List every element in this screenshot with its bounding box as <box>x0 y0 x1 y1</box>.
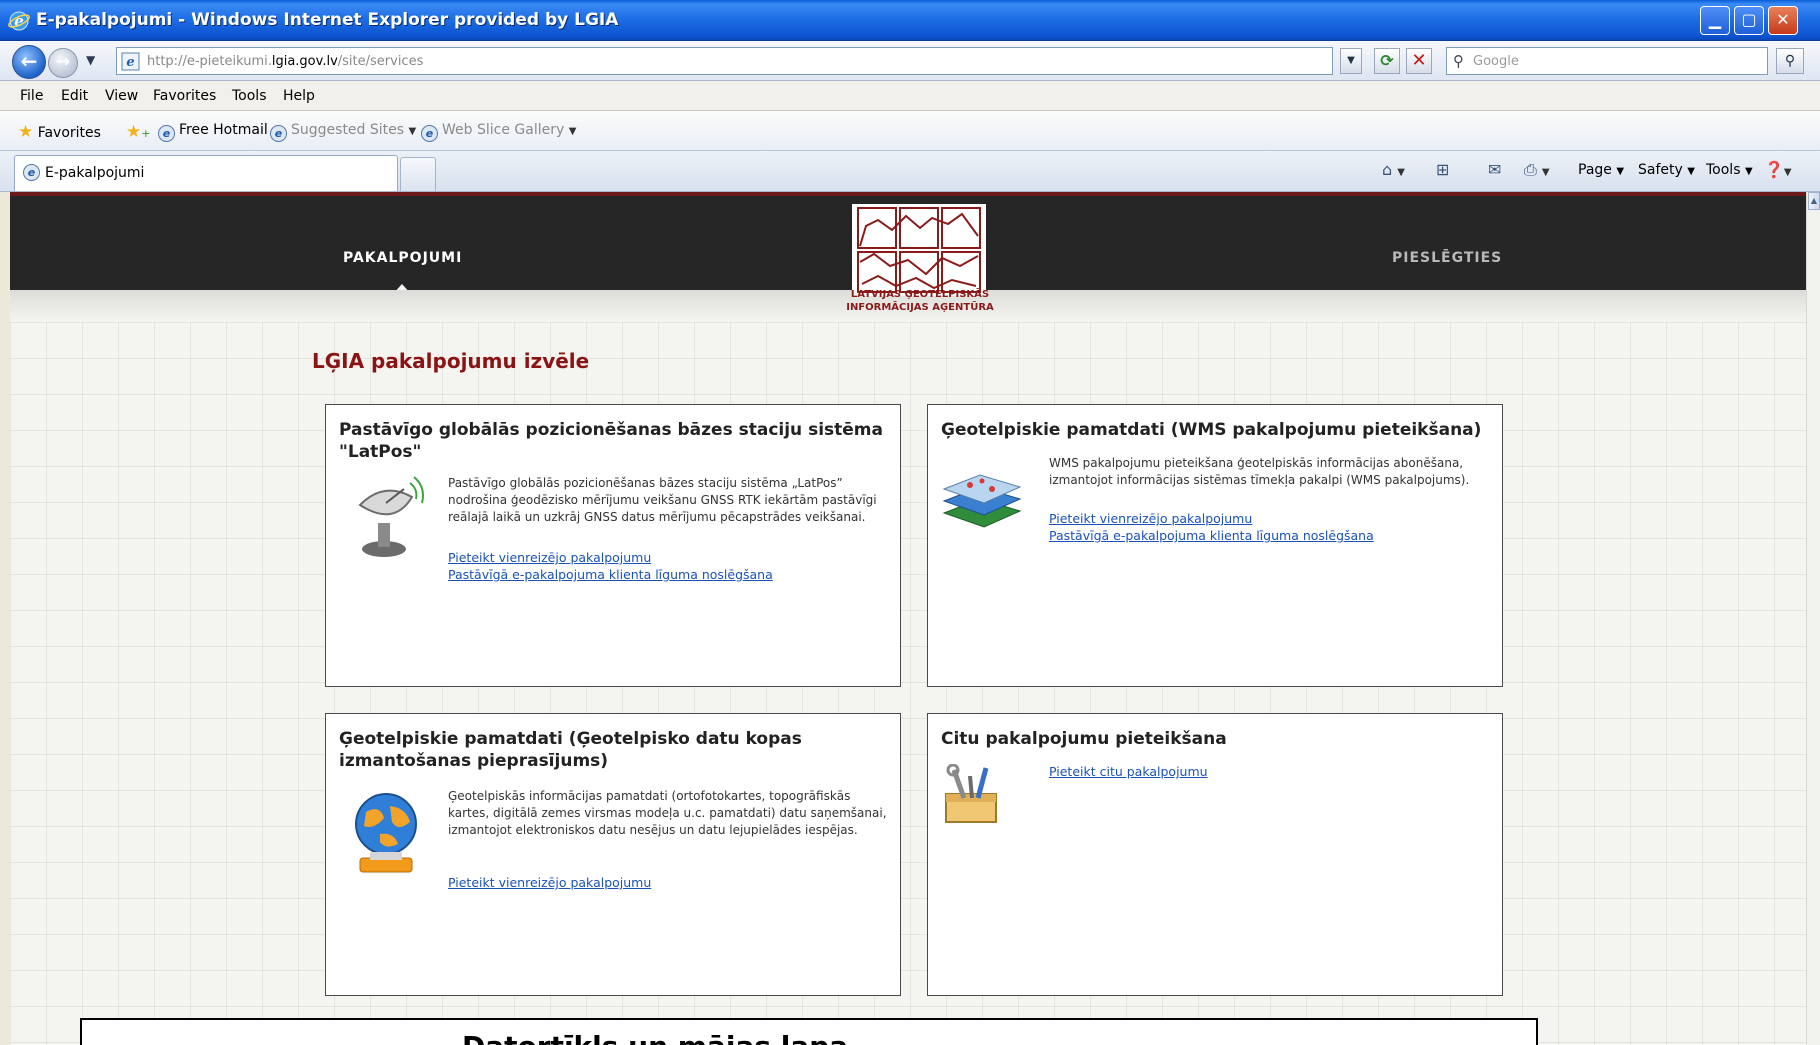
page-ie-icon: e <box>121 52 140 71</box>
favorites-bar: ★ Favorites ★+ e Free Hotmail e Suggested … <box>0 111 1820 151</box>
lgia-logo-mark-icon <box>857 207 981 293</box>
service-card-other: Citu pakalpojumu pieteikšana Pieteikt ci… <box>927 713 1503 996</box>
back-button[interactable]: ← <box>12 45 46 79</box>
toolbox-icon <box>945 764 997 823</box>
address-field[interactable]: e http://e-pieteikumi.lgia.gov.lv/site/s… <box>116 47 1333 75</box>
vertical-scrollbar[interactable]: ▲ <box>1806 192 1820 1045</box>
svg-text:e: e <box>126 55 134 70</box>
page-viewport: PAKALPOJUMI PIESLĒGTIES LATVIJAS ĢEOTELP… <box>10 192 1806 1045</box>
nav-pakalpojumi[interactable]: PAKALPOJUMI <box>343 250 462 266</box>
feeds-icon[interactable]: ⊞ <box>1436 160 1449 179</box>
new-tab-button[interactable] <box>400 157 436 191</box>
svg-text:e: e <box>14 12 24 30</box>
print-icon[interactable]: ⎙ ▼ <box>1524 160 1550 180</box>
menu-favorites[interactable]: Favorites <box>153 88 216 104</box>
card-description: Ģeotelpiskās informācijas pamatdati (ort… <box>448 789 887 837</box>
read-mail-icon[interactable]: ✉ <box>1488 160 1501 179</box>
safety-menu[interactable]: Safety ▼ <box>1638 162 1695 178</box>
tab-ie-icon: e <box>23 164 40 181</box>
close-window-button[interactable]: ✕ <box>1768 6 1798 35</box>
card-title: Ģeotelpiskie pamatdati (Ģeotelpisko datu… <box>339 729 802 771</box>
address-dropdown-button[interactable]: ▼ <box>1340 48 1362 74</box>
link-permanent-contract[interactable]: Pastāvīgā e-pakalpojuma klienta līguma n… <box>1049 528 1374 543</box>
link-one-time-service[interactable]: Pieteikt vienreizējo pakalpojumu <box>1049 511 1252 526</box>
service-card-geodata: Ģeotelpiskie pamatdati (Ģeotelpisko datu… <box>325 713 901 996</box>
lgia-logo-text: LATVIJAS ĢEOTELPISKĀS INFORMĀCIJAS AĢENT… <box>846 289 994 313</box>
menu-edit[interactable]: Edit <box>61 88 88 104</box>
globe-download-icon <box>355 793 417 873</box>
card-title: Ģeotelpiskie pamatdati (WMS pakalpojumu … <box>941 420 1482 440</box>
fav-free-hotmail[interactable]: e Free Hotmail <box>158 122 268 142</box>
lgia-logo[interactable] <box>852 204 986 296</box>
page-title: LĢIA pakalpojumu izvēle <box>312 349 590 373</box>
nav-pieslegties[interactable]: PIESLĒGTIES <box>1392 250 1502 266</box>
service-card-wms: Ģeotelpiskie pamatdati (WMS pakalpojumu … <box>927 404 1503 687</box>
help-icon[interactable]: ❓▼ <box>1764 160 1792 179</box>
menu-bar: File Edit View Favorites Tools Help <box>0 81 1820 111</box>
favorites-button[interactable]: ★ Favorites <box>18 122 101 142</box>
internet-explorer-icon: e <box>8 11 30 31</box>
card-title: Citu pakalpojumu pieteikšana <box>941 729 1227 749</box>
page-background <box>10 322 1806 1045</box>
history-dropdown-icon[interactable]: ▼ <box>86 53 95 67</box>
window-title: E-pakalpojumi - Windows Internet Explore… <box>36 10 619 30</box>
link-one-time-service[interactable]: Pieteikt vienreizējo pakalpojumu <box>448 550 651 565</box>
tab-label: E-pakalpojumi <box>45 165 145 181</box>
link-permanent-contract[interactable]: Pastāvīgā e-pakalpojuma klienta līguma n… <box>448 567 773 582</box>
search-go-button[interactable]: ⚲ <box>1776 48 1804 74</box>
tab-row: e E-pakalpojumi ⌂ ▼ ⊞ ✉ ⎙ ▼ Page ▼ Safet… <box>0 151 1820 192</box>
menu-file[interactable]: File <box>20 88 43 104</box>
service-card-latpos: Pastāvīgo globālās pozicionēšanas bāzes … <box>325 404 901 687</box>
fav-web-slice-gallery[interactable]: e Web Slice Gallery ▼ <box>421 122 576 142</box>
page-menu[interactable]: Page ▼ <box>1578 162 1624 178</box>
card-description: Pastāvīgo globālās pozicionēšanas bāzes … <box>448 476 877 524</box>
map-layers-icon <box>942 474 1022 528</box>
window-title-bar: e E-pakalpojumi - Windows Internet Explo… <box>0 0 1820 41</box>
maximize-button[interactable]: ▢ <box>1734 6 1764 35</box>
menu-help[interactable]: Help <box>283 88 315 104</box>
tools-menu[interactable]: Tools ▼ <box>1706 162 1753 178</box>
menu-view[interactable]: View <box>105 88 138 104</box>
add-favorite-icon[interactable]: ★+ <box>126 122 150 142</box>
scroll-up-icon[interactable]: ▲ <box>1808 192 1820 210</box>
address-toolbar: ← → ▼ e http://e-pieteikumi.lgia.gov.lv/… <box>0 41 1820 81</box>
refresh-button[interactable]: ⟳ <box>1374 48 1400 74</box>
fav-suggested-sites[interactable]: e Suggested Sites ▼ <box>270 122 416 142</box>
forward-button[interactable]: → <box>48 48 78 78</box>
stop-button[interactable]: ✕ <box>1406 48 1432 74</box>
card-title: Pastāvīgo globālās pozicionēšanas bāzes … <box>339 420 883 462</box>
menu-tools[interactable]: Tools <box>232 88 267 104</box>
url-text: http://e-pieteikumi.lgia.gov.lv/site/ser… <box>147 54 424 69</box>
home-icon[interactable]: ⌂ ▼ <box>1382 160 1405 179</box>
link-one-time-service[interactable]: Pieteikt vienreizējo pakalpojumu <box>448 875 651 890</box>
search-icon: ⚲ <box>1453 52 1464 70</box>
caption-text: Datortīkls un mājas lapa <box>462 1030 848 1045</box>
tab-e-pakalpojumi[interactable]: e E-pakalpojumi <box>14 155 398 191</box>
card-description: WMS pakalpojumu pieteikšana ģeotelpiskās… <box>1049 456 1470 487</box>
minimize-button[interactable]: ▁ <box>1700 6 1730 35</box>
satellite-dish-icon <box>358 476 424 557</box>
caption-box: Datortīkls un mājas lapa <box>80 1018 1538 1045</box>
link-other-service[interactable]: Pieteikt citu pakalpojumu <box>1049 764 1208 779</box>
star-icon: ★ <box>18 122 34 142</box>
search-placeholder: Google <box>1473 54 1519 69</box>
search-input[interactable]: ⚲ Google <box>1446 47 1768 75</box>
